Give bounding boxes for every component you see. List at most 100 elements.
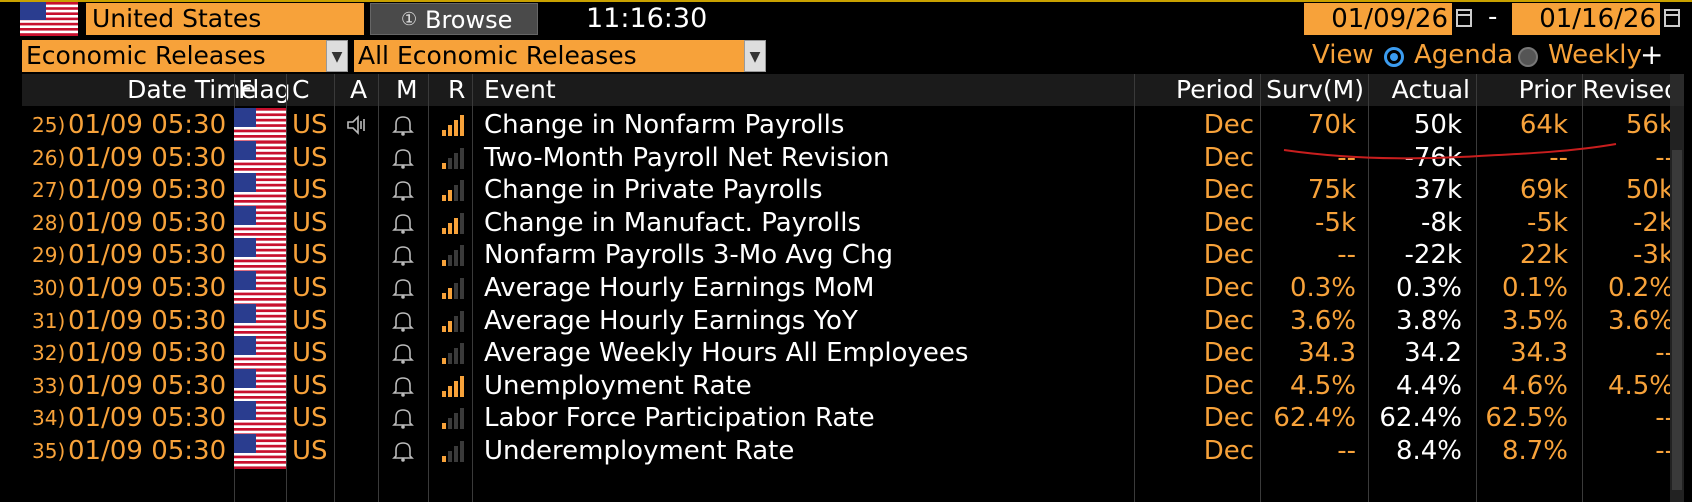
weekly-radio[interactable] [1518, 47, 1538, 67]
table-row[interactable]: 29) 01/09 05:30 US Nonfarm Payrolls 3-Mo Av… [22, 238, 1684, 274]
table-row[interactable]: 30) 01/09 05:30 US Average Hourly Earnings … [22, 271, 1684, 307]
row-revised: -- [1655, 436, 1674, 466]
us-flag-icon [234, 434, 286, 470]
calendar-icon[interactable] [1456, 9, 1472, 27]
table-row[interactable]: 34) 01/09 05:30 US Labor Force Participatio… [22, 401, 1684, 437]
row-number: 34) [32, 406, 66, 431]
col-r[interactable]: R [448, 74, 465, 106]
row-event[interactable]: Change in Private Payrolls [484, 173, 823, 208]
bell-icon[interactable] [390, 210, 416, 236]
table-row[interactable]: 32) 01/09 05:30 US Average Weekly Hours All… [22, 336, 1684, 372]
bell-icon[interactable] [390, 438, 416, 464]
us-flag-icon [234, 368, 286, 404]
row-event[interactable]: Change in Manufact. Payrolls [484, 206, 861, 241]
col-a[interactable]: A [350, 74, 367, 106]
row-datetime: 01/09 05:30 [68, 305, 227, 336]
date-separator: - [1488, 2, 1498, 32]
bell-icon[interactable] [390, 112, 416, 138]
subcategory-select[interactable]: All Economic Releases [354, 40, 744, 72]
col-flag[interactable]: Flag [238, 74, 291, 106]
row-number: 26) [32, 145, 66, 170]
calendar-icon[interactable] [1664, 9, 1680, 27]
row-datetime: 01/09 05:30 [68, 142, 227, 173]
col-datetime[interactable]: Date Time [102, 74, 256, 106]
date-to-field[interactable]: 01/16/26 [1512, 3, 1660, 35]
row-datetime: 01/09 05:30 [68, 240, 227, 271]
relevance-bars-icon [440, 438, 466, 464]
table-row[interactable]: 33) 01/09 05:30 US Unemployment Rate Dec 4.5%… [22, 368, 1684, 404]
row-event[interactable]: Change in Nonfarm Payrolls [484, 108, 844, 143]
table-header: Date Time Flag C A M R Event Period Surv… [22, 74, 1684, 106]
bell-icon[interactable] [390, 405, 416, 431]
row-country: US [292, 273, 328, 303]
col-period[interactable]: Period [1142, 74, 1254, 106]
relevance-bars-icon [440, 405, 466, 431]
country-field[interactable]: United States [86, 3, 364, 35]
row-event[interactable]: Average Hourly Earnings MoM [484, 271, 874, 306]
row-number: 30) [32, 276, 66, 300]
agenda-radio[interactable] [1384, 47, 1404, 67]
us-flag-icon [234, 238, 286, 274]
row-datetime: 01/09 05:30 [68, 403, 227, 434]
table-row[interactable]: 25) 01/09 05:30 US Change in Nonfarm Payrol… [22, 108, 1684, 144]
category-select[interactable]: Economic Releases [22, 40, 326, 72]
row-event[interactable]: Average Weekly Hours All Employees [484, 336, 968, 371]
bell-icon[interactable] [390, 145, 416, 171]
row-country: US [292, 240, 328, 271]
row-number: 31) [32, 308, 66, 333]
us-flag-icon [234, 401, 286, 437]
col-country[interactable]: C [292, 74, 309, 106]
row-country: US [292, 305, 328, 336]
row-event[interactable]: Labor Force Participation Rate [484, 401, 875, 436]
row-revised: 4.5% [1607, 370, 1674, 401]
browse-button[interactable]: ① Browse [370, 3, 538, 35]
col-m[interactable]: M [396, 74, 418, 106]
scrollbar-top[interactable] [1670, 74, 1684, 106]
col-actual[interactable]: Actual [1352, 74, 1470, 106]
speaker-icon[interactable] [344, 112, 370, 138]
relevance-bars-icon [440, 308, 466, 334]
clock: 11:16:30 [586, 3, 708, 34]
row-number: 33) [32, 373, 66, 398]
row-event[interactable]: Average Hourly Earnings YoY [484, 304, 858, 339]
relevance-bars-icon [440, 373, 466, 399]
relevance-bars-icon [440, 210, 466, 236]
row-country: US [292, 370, 328, 401]
bell-icon[interactable] [390, 373, 416, 399]
row-revised: -3k [1633, 240, 1674, 271]
row-country: US [292, 142, 328, 173]
date-from-field[interactable]: 01/09/26 [1304, 3, 1452, 35]
agenda-label[interactable]: Agenda [1414, 38, 1513, 72]
col-event[interactable]: Event [484, 74, 556, 106]
chevron-down-icon[interactable]: ▼ [744, 40, 766, 72]
add-icon[interactable]: + [1640, 38, 1663, 72]
bell-icon[interactable] [390, 275, 416, 301]
row-event[interactable]: Nonfarm Payrolls 3-Mo Avg Chg [484, 238, 893, 273]
row-number: 32) [32, 341, 66, 366]
col-revised[interactable]: Revised [1546, 74, 1680, 106]
bell-icon[interactable] [390, 308, 416, 334]
us-flag-icon [20, 2, 78, 36]
us-flag-icon [234, 336, 286, 372]
row-revised: 56k [1625, 110, 1674, 140]
table-row[interactable]: 35) 01/09 05:30 US Underemployment Rate Dec -… [22, 434, 1684, 470]
bell-icon[interactable] [390, 242, 416, 268]
table-row[interactable]: 28) 01/09 05:30 US Change in Manufact. Payr… [22, 205, 1684, 241]
row-datetime: 01/09 05:30 [68, 175, 227, 206]
chevron-down-icon[interactable]: ▼ [326, 40, 348, 72]
row-event[interactable]: Two-Month Payroll Net Revision [484, 141, 890, 176]
row-revised: 3.6% [1607, 305, 1674, 336]
bell-icon[interactable] [390, 340, 416, 366]
row-datetime: 01/09 05:30 [68, 207, 227, 238]
row-datetime: 01/09 05:30 [68, 338, 227, 369]
row-event[interactable]: Unemployment Rate [484, 369, 752, 404]
table-row[interactable]: 27) 01/09 05:30 US Change in Private Payrol… [22, 173, 1684, 209]
row-event[interactable]: Underemployment Rate [484, 434, 794, 469]
table-row[interactable]: 31) 01/09 05:30 US Average Hourly Earnings … [22, 303, 1684, 339]
scrollbar-thumb[interactable] [1672, 150, 1682, 490]
row-revised: -2k [1633, 207, 1674, 238]
weekly-label[interactable]: Weekly [1548, 38, 1642, 72]
col-survey[interactable]: Surv(M) [1246, 74, 1364, 106]
relevance-bars-icon [440, 112, 466, 138]
bell-icon[interactable] [390, 177, 416, 203]
